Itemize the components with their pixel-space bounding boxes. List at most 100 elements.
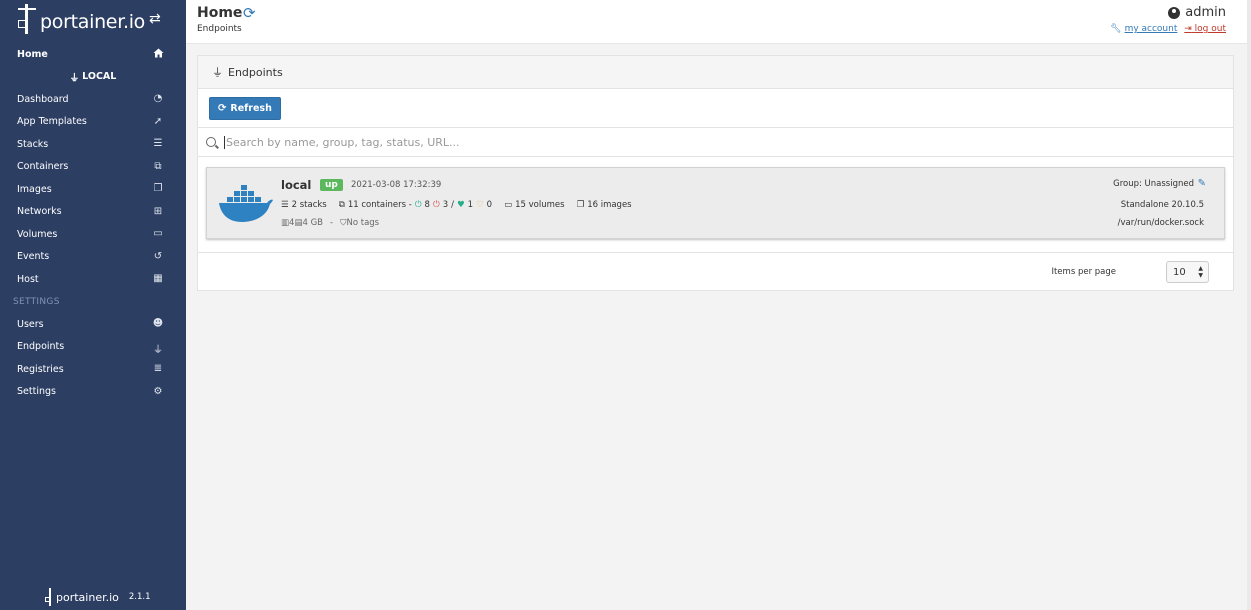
sidebar-item-host[interactable]: Host ▦ [0,268,186,291]
clone-icon: ❐ [153,183,163,194]
sidebar-item-label: Settings [17,386,56,398]
items-per-page-value: 10 [1173,266,1186,278]
sidebar-item-label: Registries [17,363,64,375]
sidebar-item-app-templates[interactable]: App Templates ➚ [0,111,186,134]
cubes-icon: ⧉ [338,200,345,210]
sidebar-nav: Home ⏚ LOCAL Dashboard ◔ App Templates ➚… [0,43,186,403]
search-input[interactable] [224,135,1204,149]
sidebar-item-events[interactable]: Events ↺ [0,246,186,269]
database-icon: ≣ [153,363,163,374]
endpoint-group: Group: Unassigned [1113,179,1194,189]
sidebar-item-images[interactable]: Images ❐ [0,178,186,201]
pencil-icon[interactable]: ✎ [1198,178,1206,189]
sidebar-item-label: Users [17,318,44,330]
images-count: 16 images [587,200,632,210]
status-badge: up [320,179,343,191]
th-icon: ▦ [153,273,163,284]
endpoint-name[interactable]: local [281,178,311,192]
history-icon: ↺ [153,250,163,262]
volumes-count: 15 volumes [515,200,565,210]
search-icon [206,137,216,147]
refresh-button[interactable]: ⟳ Refresh [209,97,281,120]
page-header: Home ⟳ Endpoints admin 🔧︎ my account ⇥ l… [186,0,1251,44]
plug-icon: ⏚ [69,72,80,84]
items-per-page-select[interactable]: 10 ▲ ▼ [1166,261,1209,283]
panel-title: Endpoints [228,65,283,79]
endpoint-url: /var/run/docker.sock [1117,218,1204,228]
sidebar-item-stacks[interactable]: Stacks ☰ [0,133,186,156]
sidebar: portainer.io ⇄ Home ⏚ LOCAL Dashboard ◔ … [0,0,186,610]
sidebar-item-label: Events [17,251,50,263]
hdd-icon: ▭ [153,228,163,239]
sidebar-footer: portainer.io 2.1.1 [45,588,151,606]
list-icon: ☰ [153,138,163,149]
plug-icon: ⏚ [212,66,223,79]
power-on-icon: ⏻ [414,200,422,210]
user-info: admin [1168,5,1226,20]
sidebar-item-label: App Templates [17,116,87,128]
my-account-link[interactable]: my account [1125,24,1178,34]
cubes-icon: ⧉ [154,160,162,172]
separator-dash: - [330,218,334,228]
sidebar-settings-heading: SETTINGS [13,296,60,307]
pagination-row: Items per page 10 ▲ ▼ [198,252,1233,290]
heartbeat-icon: ♥ [457,200,465,210]
sidebar-item-label: Stacks [17,138,49,150]
endpoint-timestamp: 2021-03-08 17:32:39 [351,180,442,190]
tachometer-icon: ◔ [153,93,163,104]
log-out-label: log out [1194,24,1226,34]
sidebar-item-volumes[interactable]: Volumes ▭ [0,223,186,246]
endpoint-card[interactable]: local up 2021-03-08 17:32:39 ☰ 2 stacks … [206,167,1225,239]
log-out-link[interactable]: ⇥ log out [1184,24,1226,34]
sidebar-item-label: Dashboard [17,93,69,105]
power-off-icon: ⏻ [432,200,440,210]
sidebar-item-label: Networks [17,206,62,218]
sidebar-brand: portainer.io ⇄ [0,0,186,40]
sidebar-item-networks[interactable]: Networks ⊞ [0,201,186,224]
cogs-icon: ⚙ [153,385,163,397]
stopped-count: 3 [442,200,449,210]
endpoint-label: LOCAL [82,71,117,83]
sidebar-item-containers[interactable]: Containers ⧉ [0,156,186,179]
sidebar-item-home[interactable]: Home [0,43,186,66]
heart-broken-icon: ♡ [476,200,484,210]
wrench-icon: 🔧︎ [1110,24,1122,34]
footer-brand: portainer.io [56,590,119,604]
clone-icon: ❐ [576,200,585,210]
sidebar-item-label: Containers [17,161,69,173]
portainer-logo[interactable]: portainer.io [16,4,145,34]
sidebar-item-label: Endpoints [17,341,65,353]
sidebar-item-endpoints[interactable]: Endpoints ⏚ [0,336,186,359]
select-arrows-icon: ▲ ▼ [1198,265,1203,279]
sidebar-item-dashboard[interactable]: Dashboard ◔ [0,88,186,111]
users-icon: ☻ [152,318,164,329]
refresh-button-label: Refresh [230,103,272,114]
refresh-icon: ⟳ [218,103,227,114]
sidebar-endpoint-name: ⏚ LOCAL [0,66,186,89]
crane-logo-icon [45,588,55,606]
sidebar-toggle-icon[interactable]: ⇄ [149,11,161,27]
sidebar-item-users[interactable]: Users ☻ [0,313,186,336]
sidebar-item-label: Host [17,273,39,285]
memory-size: 4 GB [302,218,324,228]
docker-whale-icon [219,185,273,222]
plug-icon: ⏚ [153,344,163,356]
running-count: 8 [424,200,430,210]
sidebar-item-settings[interactable]: Settings ⚙ [0,381,186,404]
app-version: 2.1.1 [128,592,151,602]
containers-count: 11 containers - [347,200,412,210]
healthy-count: 1 [467,200,474,210]
th-list-icon: ☰ [281,200,289,210]
refresh-icon[interactable]: ⟳ [243,4,256,22]
sidebar-item-label: Home [17,48,48,60]
hdd-icon: ▭ [504,200,513,210]
search-bar [198,127,1233,157]
user-circle-icon [1168,6,1181,19]
cpu-icon: ▥ [281,218,290,228]
tags: No tags [346,218,380,228]
stacks-count: 2 stacks [291,200,327,210]
window-scrollbar[interactable] [1247,0,1251,610]
endpoint-type: Standalone 20.10.5 [1120,200,1204,210]
username: admin [1185,5,1226,20]
sidebar-item-registries[interactable]: Registries ≣ [0,358,186,381]
